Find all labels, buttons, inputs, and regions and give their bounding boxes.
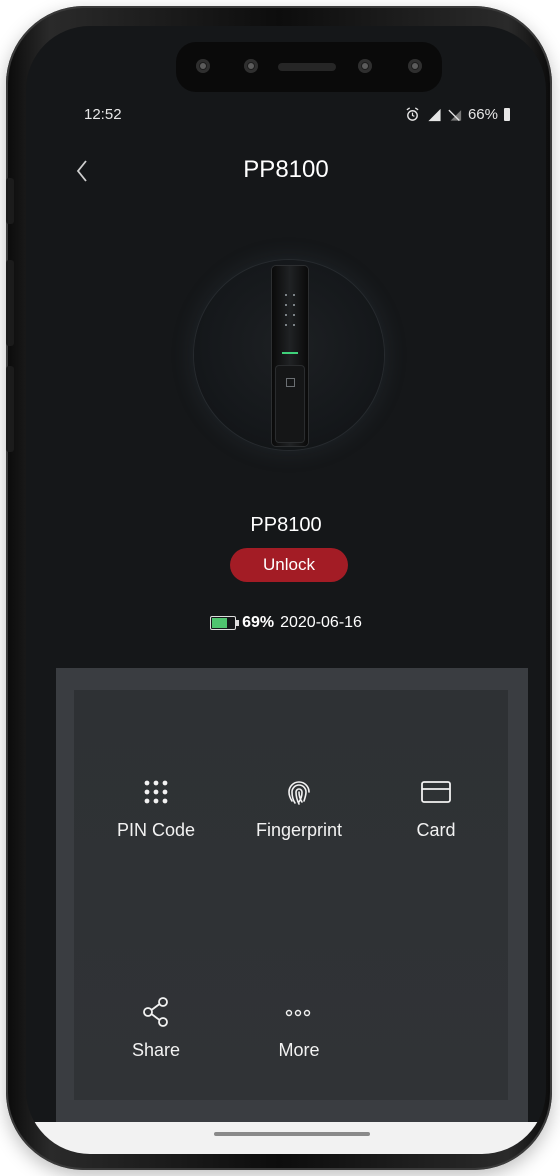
lock-status-led — [282, 352, 298, 354]
signal-icon — [428, 108, 441, 122]
more-icon — [285, 1009, 311, 1017]
earpiece-speaker — [278, 63, 336, 71]
phone-volume-down-button — [6, 366, 14, 452]
status-icons: 66% — [405, 106, 510, 123]
sensor-icon — [196, 59, 210, 73]
no-sim-icon — [448, 109, 462, 122]
front-camera-icon — [244, 59, 258, 73]
lock-handle — [276, 366, 304, 442]
battery-icon — [210, 616, 240, 630]
camera-notch — [176, 42, 442, 92]
app-header: PP8100 — [26, 154, 546, 194]
alarm-icon — [406, 107, 419, 121]
menu-item-card[interactable]: Card — [376, 774, 496, 854]
menu-item-share[interactable]: Share — [96, 994, 216, 1074]
battery-date: 2020-06-16 — [280, 614, 362, 631]
device-image — [194, 260, 384, 450]
keypad-icon — [144, 780, 168, 804]
menu-item-label: Share — [131, 1040, 181, 1060]
menu-item-pin-code[interactable]: PIN Code — [96, 774, 216, 854]
device-battery-status: 69% 2020-06-16 — [26, 614, 546, 632]
share-icon — [143, 997, 168, 1027]
card-icon — [421, 781, 451, 803]
unlock-button[interactable]: Unlock — [230, 548, 348, 582]
status-time: 12:52 — [84, 106, 122, 123]
phone-frame: 12:52 66% PP8100 PP8100 Unlock 69% 2020-… — [6, 6, 552, 1170]
menu-item-label: Fingerprint — [255, 820, 343, 840]
menu-item-more[interactable]: More — [239, 994, 359, 1074]
status-bar: 12:52 66% — [84, 106, 510, 128]
sensor-icon — [358, 59, 372, 73]
menu-item-label: Card — [416, 820, 456, 840]
menu-item-fingerprint[interactable]: Fingerprint — [239, 774, 359, 854]
status-battery-percent: 66% — [467, 106, 498, 123]
navigation-bar — [26, 1122, 546, 1154]
device-name: PP8100 — [250, 514, 322, 536]
menu-item-label: PIN Code — [116, 820, 196, 840]
battery-percent: 69% — [242, 614, 275, 631]
function-panel: PIN Code Fingerprint Card Share More — [56, 668, 528, 1122]
battery-icon — [504, 108, 510, 121]
sensor-icon — [408, 59, 422, 73]
fingerprint-icon — [288, 781, 310, 805]
phone-screen: 12:52 66% PP8100 PP8100 Unlock 69% 2020-… — [26, 26, 546, 1154]
page-title: PP8100 — [243, 156, 329, 183]
smart-lock-image — [272, 266, 308, 446]
menu-item-label: More — [278, 1040, 320, 1060]
function-grid: PIN Code Fingerprint Card Share More — [74, 690, 508, 1100]
phone-volume-up-button — [6, 260, 14, 346]
home-indicator[interactable] — [214, 1132, 370, 1136]
phone-side-button — [6, 178, 14, 224]
